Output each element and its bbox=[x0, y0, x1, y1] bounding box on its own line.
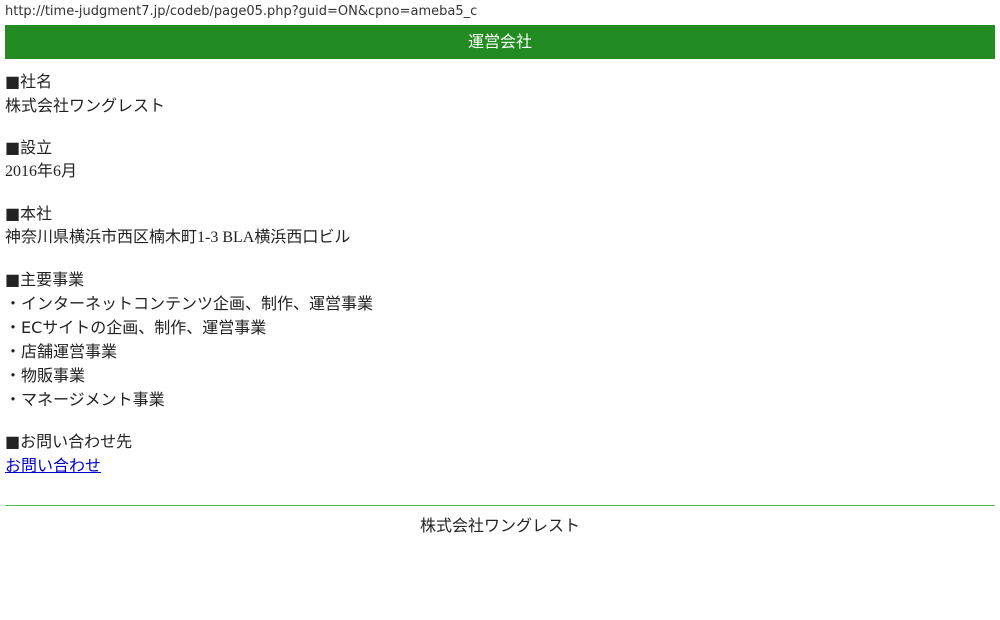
business-section: ■主要事業 ・インターネットコンテンツ企画、制作、運営事業 ・ECサイトの企画、… bbox=[5, 268, 995, 412]
company-name-value: 株式会社ワングレスト bbox=[5, 96, 166, 115]
company-name-label: ■社名 bbox=[5, 72, 53, 91]
business-item: ・マネージメント事業 bbox=[5, 390, 165, 409]
company-name-section: ■社名 株式会社ワングレスト bbox=[5, 70, 995, 118]
business-item: ・物販事業 bbox=[5, 366, 86, 385]
company-info: ■社名 株式会社ワングレスト ■設立 2016年6月 ■本社 神奈川県横浜市西区… bbox=[5, 70, 995, 496]
headquarters-label: ■本社 bbox=[5, 204, 53, 223]
headquarters-value: 神奈川県横浜市西区楠木町1-3 BLA横浜西口ビル bbox=[5, 229, 351, 246]
page-header: 運営会社 bbox=[5, 25, 995, 59]
business-item: ・インターネットコンテンツ企画、制作、運営事業 bbox=[5, 294, 374, 313]
founded-value: 2016年6月 bbox=[5, 163, 78, 180]
url-text: http://time-judgment7.jp/codeb/page05.ph… bbox=[5, 4, 478, 19]
contact-section: ■お問い合わせ先 お問い合わせ bbox=[5, 430, 995, 478]
founded-label: ■設立 bbox=[5, 138, 53, 157]
contact-link[interactable]: お問い合わせ bbox=[5, 456, 101, 475]
business-label: ■主要事業 bbox=[5, 270, 85, 289]
page-title: 運営会社 bbox=[467, 32, 532, 51]
business-item: ・店舗運営事業 bbox=[5, 342, 118, 361]
contact-label: ■お問い合わせ先 bbox=[5, 432, 133, 451]
business-item: ・ECサイトの企画、制作、運営事業 bbox=[5, 318, 267, 337]
headquarters-section: ■本社 神奈川県横浜市西区楠木町1-3 BLA横浜西口ビル bbox=[5, 202, 995, 250]
founded-section: ■設立 2016年6月 bbox=[5, 136, 995, 184]
footer-divider bbox=[5, 505, 995, 506]
footer-company-name: 株式会社ワングレスト bbox=[419, 516, 580, 535]
footer: 株式会社ワングレスト bbox=[5, 514, 995, 538]
